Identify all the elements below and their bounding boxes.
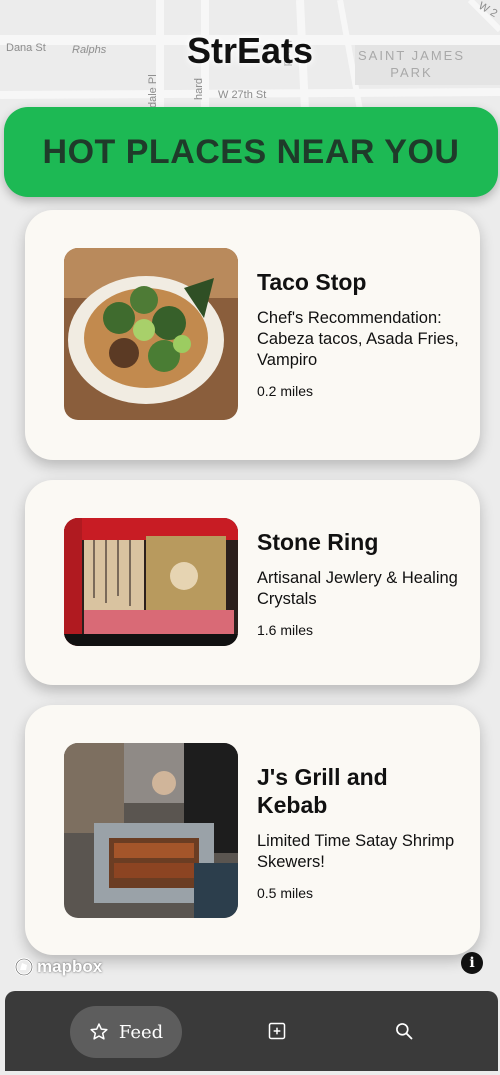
hot-places-banner: HOT PLACES NEAR YOU [4,107,498,197]
card-info: Taco Stop Chef's Recommendation: Cabeza … [257,268,462,399]
jewelry-stall-photo [64,518,238,646]
place-description: Artisanal Jewlery & Healing Crystals [257,569,458,608]
star-icon [90,1023,108,1040]
grill-photo [64,743,238,918]
street-label-27th: W 27th St [218,89,267,101]
info-icon[interactable]: i [461,952,483,974]
mapbox-logo-icon [14,957,34,977]
street-label-dale: dale Pl [147,74,159,108]
mapbox-label: mapbox [37,957,103,976]
place-name: Stone Ring [257,529,379,555]
banner-text: HOT PLACES NEAR YOU [42,132,460,171]
search-icon [396,1023,413,1040]
feed-card-stone-ring[interactable]: Stone Ring Artisanal Jewlery & Healing C… [25,480,480,685]
tab-feed[interactable]: Feed [70,1006,182,1058]
tab-search[interactable] [394,1021,414,1046]
place-distance: 0.5 miles [257,885,314,901]
card-info: J's Grill and Kebab Limited Time Satay S… [257,763,462,901]
place-distance: 0.2 miles [257,383,314,399]
tacos-photo [64,248,238,420]
place-name: J's Grill and Kebab [257,764,388,818]
place-description: Limited Time Satay Shrimp Skewers! [257,832,455,871]
place-description: Chef's Recommendation: Cabeza tacos, Asa… [257,309,459,369]
place-distance: 1.6 miles [257,622,314,638]
bottom-nav: Feed [5,991,498,1071]
add-square-icon [268,1022,286,1040]
place-name: Taco Stop [257,269,367,295]
mapbox-attribution[interactable]: mapbox [14,957,102,977]
app-title: StrEats [186,30,314,71]
card-info: Stone Ring Artisanal Jewlery & Healing C… [257,528,462,638]
tab-add[interactable] [267,1021,287,1046]
street-label-hard: hard [193,77,205,100]
tab-feed-label: Feed [118,1021,164,1043]
feed-card-js-grill[interactable]: J's Grill and Kebab Limited Time Satay S… [25,705,480,955]
feed-card-taco-stop[interactable]: Taco Stop Chef's Recommendation: Cabeza … [25,210,480,460]
